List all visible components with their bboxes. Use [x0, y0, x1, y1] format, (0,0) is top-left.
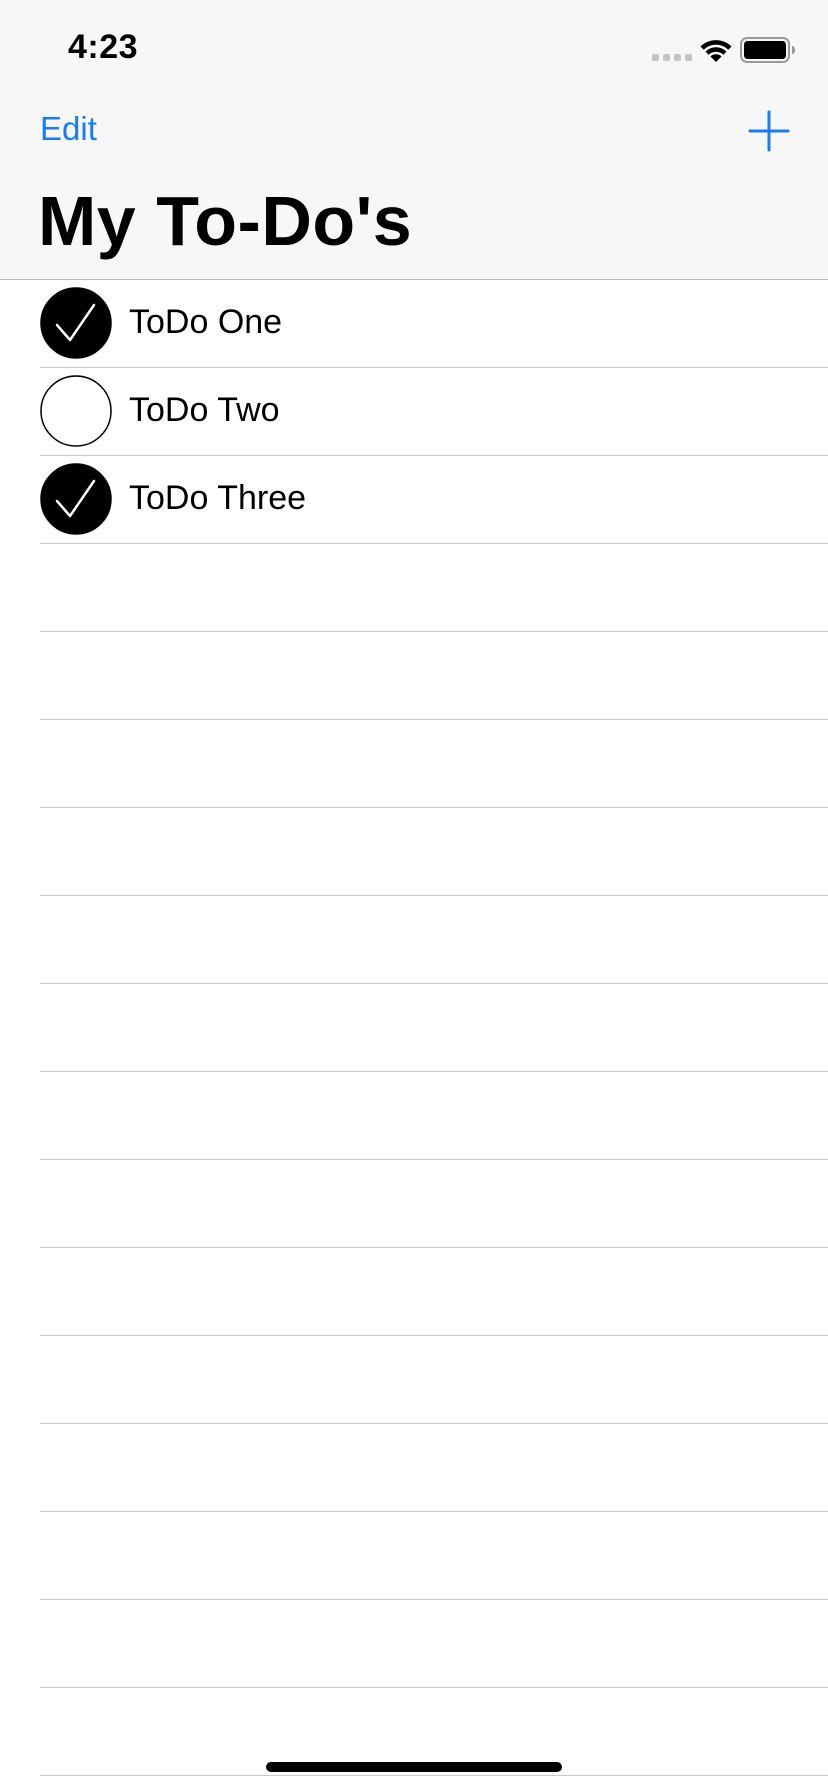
- plus-icon[interactable]: [748, 110, 790, 152]
- empty-row: [0, 1600, 828, 1688]
- todo-row[interactable]: ToDo Three: [0, 456, 828, 544]
- empty-row: [0, 1424, 828, 1512]
- empty-row: [0, 1512, 828, 1600]
- todo-label: ToDo Three: [129, 479, 307, 517]
- empty-row: [0, 896, 828, 984]
- empty-row: [0, 808, 828, 896]
- todo-list: ToDo One ToDo Two ToDo Three: [0, 280, 828, 1776]
- edit-button[interactable]: Edit: [40, 112, 97, 145]
- checkmark-circle-icon[interactable]: [40, 463, 112, 535]
- battery-icon: [740, 37, 795, 63]
- empty-row: [0, 984, 828, 1072]
- checkmark-circle-icon[interactable]: [40, 287, 112, 359]
- page-title: My To-Do's: [38, 182, 413, 260]
- todo-label: ToDo One: [129, 303, 283, 341]
- empty-row: [0, 1072, 828, 1160]
- empty-row: [0, 544, 828, 632]
- home-indicator: [266, 1762, 562, 1772]
- empty-row: [0, 632, 828, 720]
- status-time: 4:23: [68, 28, 139, 66]
- empty-row: [0, 1160, 828, 1248]
- empty-row: [0, 1336, 828, 1424]
- todo-label: ToDo Two: [129, 391, 280, 429]
- empty-circle-icon[interactable]: [40, 375, 112, 447]
- wifi-icon: [700, 40, 732, 62]
- todo-row[interactable]: ToDo Two: [0, 368, 828, 456]
- todo-row[interactable]: ToDo One: [0, 280, 828, 368]
- empty-row: [0, 1248, 828, 1336]
- navigation-bar: 4:23 Edit My To-Do's: [0, 0, 828, 280]
- empty-row: [0, 720, 828, 808]
- cellular-signal-icon: [652, 54, 692, 61]
